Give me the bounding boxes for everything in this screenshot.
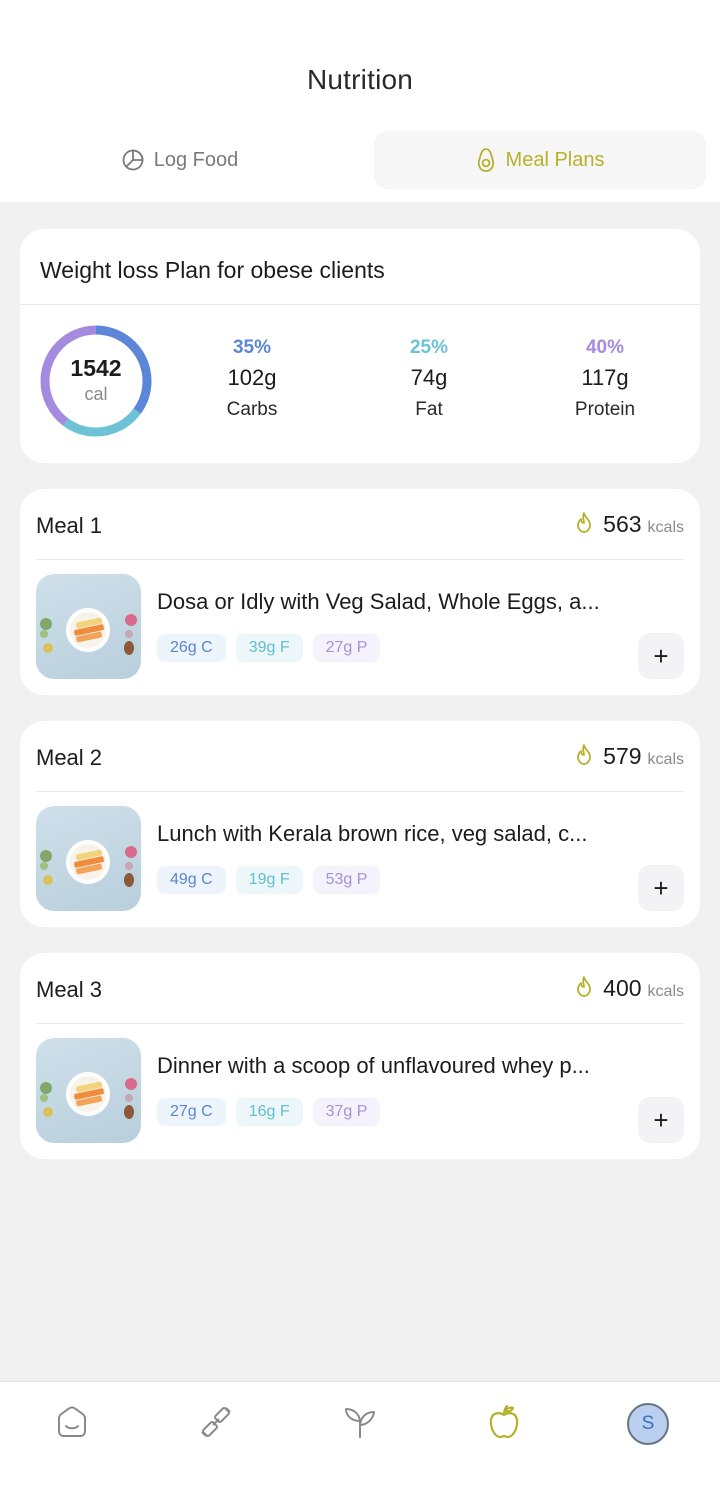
tab-log-food[interactable]: Log Food <box>14 131 346 189</box>
meal-description: Dinner with a scoop of unflavoured whey … <box>157 1053 590 1078</box>
add-meal-button[interactable]: + <box>638 633 684 679</box>
meal-kcal-unit: kcals <box>647 751 684 768</box>
apple-icon <box>486 1403 522 1446</box>
meal-name: Meal 2 <box>36 745 103 770</box>
flame-icon <box>575 511 593 538</box>
chip-fat: 39g F <box>235 634 303 662</box>
meal-kcal-value: 563 <box>603 511 642 537</box>
meal-kcal-value: 579 <box>603 743 642 769</box>
nav-workout[interactable] <box>184 1392 248 1456</box>
page-title: Nutrition <box>306 64 414 95</box>
meal-card[interactable]: Meal 2 579 kcals Lunch with Kerala brown… <box>20 721 700 927</box>
meal-kcal-unit: kcals <box>647 519 684 536</box>
calorie-total: 1542 <box>70 355 122 381</box>
avocado-icon <box>476 147 496 173</box>
macro-fat-percent: 25% <box>409 337 449 358</box>
meal-kcal: 400 kcals <box>575 975 684 1002</box>
dumbbell-icon <box>198 1404 234 1445</box>
tab-meal-plans-label: Meal Plans <box>505 148 605 171</box>
flame-icon <box>575 743 593 770</box>
macro-carbs-label: Carbs <box>226 399 278 420</box>
chip-carbs: 27g C <box>157 1098 226 1126</box>
meal-kcal-value: 400 <box>603 975 642 1001</box>
macro-chips: 26g C 39g F 27g P <box>157 634 381 662</box>
home-icon <box>54 1404 90 1445</box>
divider <box>36 559 684 560</box>
meal-kcal: 579 kcals <box>575 743 684 770</box>
meal-image <box>36 1038 141 1143</box>
macro-fat-grams: 74g <box>410 365 448 390</box>
macro-fat: 25% 74g Fat <box>359 336 499 424</box>
macro-chips: 49g C 19g F 53g P <box>157 866 381 894</box>
meal-card[interactable]: Meal 3 400 kcals Dinner with a scoop of … <box>20 953 700 1159</box>
divider <box>20 304 700 305</box>
macro-protein: 40% 117g Protein <box>535 336 675 424</box>
tab-log-food-label: Log Food <box>153 148 239 171</box>
pie-chart-icon <box>122 149 144 171</box>
macro-protein-grams: 117g <box>581 365 629 390</box>
macro-protein-label: Protein <box>574 399 636 420</box>
meal-description: Lunch with Kerala brown rice, veg salad,… <box>157 821 588 846</box>
nav-profile[interactable]: S <box>616 1392 680 1456</box>
chip-protein: 37g P <box>312 1098 381 1126</box>
avatar: S <box>627 1403 669 1445</box>
plant-icon <box>342 1404 378 1445</box>
calorie-unit: cal <box>84 384 108 404</box>
macro-protein-percent: 40% <box>585 337 625 358</box>
header-area: Nutrition Log Food Meal Plans <box>0 0 720 202</box>
plan-title: Weight loss Plan for obese clients <box>40 257 385 283</box>
divider <box>36 1023 684 1024</box>
meal-name: Meal 1 <box>36 513 103 538</box>
chip-protein: 53g P <box>312 866 381 894</box>
calorie-ring: 1542 cal <box>38 323 154 439</box>
macro-carbs-grams: 102g <box>227 365 277 390</box>
meal-kcal-unit: kcals <box>647 983 684 1000</box>
plan-summary-card: Weight loss Plan for obese clients 1542 … <box>20 229 700 463</box>
add-meal-button[interactable]: + <box>638 865 684 911</box>
meal-image <box>36 574 141 679</box>
tab-meal-plans[interactable]: Meal Plans <box>374 131 706 189</box>
chip-fat: 19g F <box>235 866 303 894</box>
meal-description: Dosa or Idly with Veg Salad, Whole Eggs,… <box>157 589 600 614</box>
nav-nutrition[interactable] <box>472 1392 536 1456</box>
chip-fat: 16g F <box>235 1098 303 1126</box>
bottom-nav: S <box>0 1381 720 1485</box>
chip-carbs: 26g C <box>157 634 226 662</box>
macro-carbs: 35% 102g Carbs <box>182 336 322 424</box>
chip-carbs: 49g C <box>157 866 226 894</box>
macro-carbs-percent: 35% <box>232 337 272 358</box>
nav-plant[interactable] <box>328 1392 392 1456</box>
meal-card[interactable]: Meal 1 563 kcals Dosa or Idly with Veg S… <box>20 489 700 695</box>
chip-protein: 27g P <box>312 634 381 662</box>
meal-kcal: 563 kcals <box>575 511 684 538</box>
macro-fat-label: Fat <box>415 399 443 420</box>
meal-image <box>36 806 141 911</box>
divider <box>36 791 684 792</box>
add-meal-button[interactable]: + <box>638 1097 684 1143</box>
nav-home[interactable] <box>40 1392 104 1456</box>
macro-chips: 27g C 16g F 37g P <box>157 1098 381 1126</box>
meal-name: Meal 3 <box>36 977 103 1002</box>
flame-icon <box>575 975 593 1002</box>
